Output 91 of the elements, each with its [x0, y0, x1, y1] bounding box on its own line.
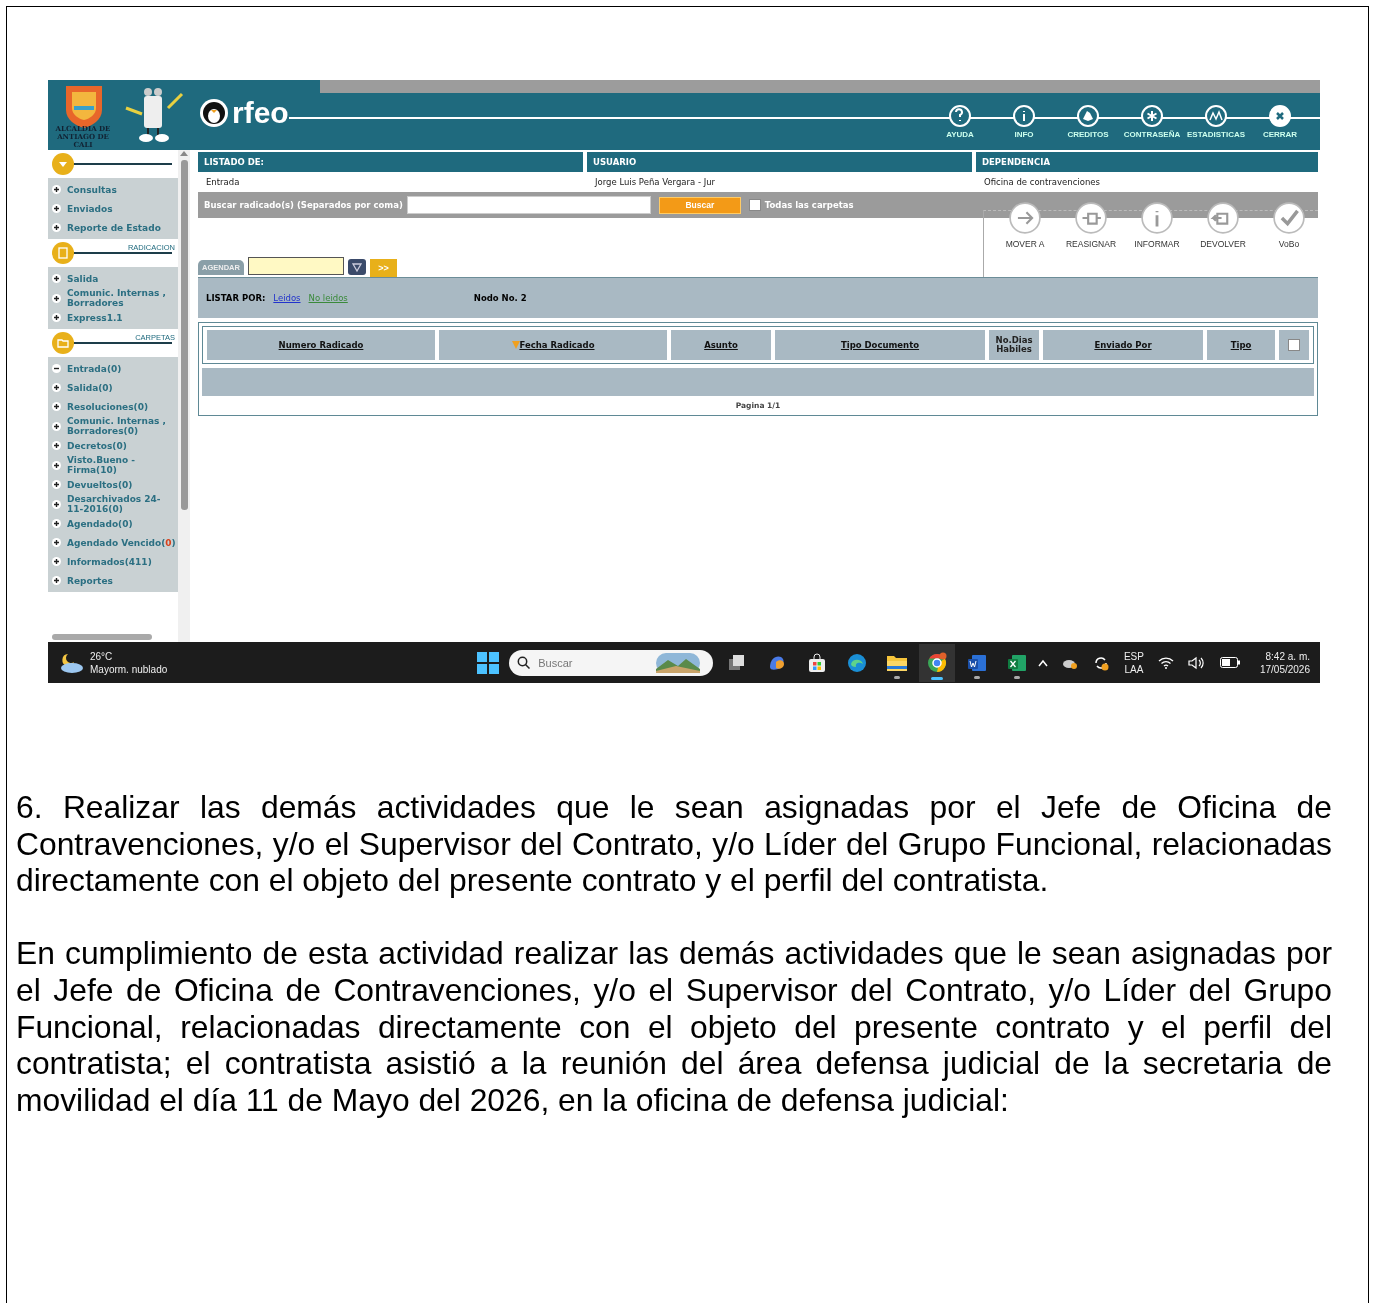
sidebar-item[interactable]: Resoluciones(0) — [48, 397, 178, 416]
spreadsheet-icon — [1007, 652, 1028, 673]
action-button[interactable]: VoBo — [1260, 201, 1318, 277]
sidebar-item[interactable]: Visto.Bueno - Firma(10) — [48, 455, 178, 475]
battery-icon[interactable] — [1219, 657, 1240, 668]
column-header[interactable]: Tipo Documento — [775, 330, 985, 360]
toolbar-button[interactable]: CERRAR — [1248, 104, 1312, 139]
sidebar-item[interactable]: Entrada(0) — [48, 359, 178, 378]
action-button[interactable]: DEVOLVER — [1194, 201, 1252, 277]
wifi-icon[interactable] — [1157, 656, 1174, 669]
taskbar-app[interactable] — [919, 643, 956, 682]
scrollbar[interactable] — [52, 634, 152, 640]
action-button[interactable]: MOVER A — [996, 201, 1054, 277]
column-header: USUARIO — [587, 152, 972, 172]
sidebar-item[interactable]: Agendado(0) — [48, 514, 178, 533]
search-field[interactable] — [406, 196, 651, 214]
sidebar-item[interactable]: Comunic. Internas , Borradores(0) — [48, 416, 178, 436]
language-indicator[interactable]: ESP — [1123, 649, 1144, 663]
help-icon — [948, 104, 972, 128]
checkbox[interactable] — [748, 199, 761, 211]
sidebar-item[interactable]: Consultas — [48, 180, 178, 199]
penguin-logo-icon — [198, 97, 230, 129]
sidebar-item[interactable]: Reporte de Estado — [48, 218, 178, 237]
toolbar-button[interactable]: ESTADISTICAS — [1184, 104, 1248, 139]
column-header: LISTADO DE: — [198, 152, 583, 172]
column-header[interactable]: Enviado Por — [1043, 330, 1203, 360]
shopping-bag-icon — [807, 652, 828, 673]
info-icon — [1012, 104, 1036, 128]
folder-icon — [51, 331, 75, 355]
sidebar-item[interactable]: Informados(411) — [48, 552, 178, 571]
close-icon — [1268, 104, 1292, 128]
column-header[interactable]: Numero Radicado — [207, 330, 435, 360]
chevron-up-icon[interactable] — [1037, 658, 1048, 667]
dropdown-icon[interactable] — [347, 259, 366, 275]
column-header: DEPENDENCIA — [976, 152, 1318, 172]
date-field[interactable] — [247, 257, 344, 275]
document-icon — [967, 652, 988, 673]
sidebar-item[interactable]: Desarchivados 24-11-2016(0) — [48, 494, 178, 514]
sidebar-item[interactable]: Decretos(0) — [48, 436, 178, 455]
clock-time[interactable]: 8:42 a. m. — [1259, 649, 1310, 663]
checkbox-label: Todas las carpetas — [764, 200, 854, 210]
hand-icon — [1076, 104, 1100, 128]
sidebar-item[interactable]: Devueltos(0) — [48, 475, 178, 494]
toolbar-button[interactable]: CONTRASEÑA — [1120, 104, 1184, 139]
checkbox[interactable] — [1288, 339, 1300, 351]
document-icon — [51, 241, 75, 265]
scrollbar[interactable] — [178, 150, 190, 642]
mascot-drawing — [124, 86, 184, 144]
wave-icon — [847, 652, 868, 673]
paragraph: 6. Realizar las demás actividades que le sean asignadas por el Jefe de Oficina de Contravenciones, y/o el Supervisor del Contrato, y/o Líder del Grupo Funcional, relacionadas directamente con el objeto del presente contrato y el perfil del contratista. — [16, 789, 1332, 899]
sidebar-item[interactable]: Express1.1 — [48, 308, 178, 327]
list-by-label: LISTAR POR: — [206, 293, 266, 303]
asterisk-icon — [1140, 104, 1164, 128]
language-indicator[interactable]: LAA — [1123, 662, 1144, 676]
speaker-icon[interactable] — [1187, 655, 1206, 670]
sidebar-item[interactable]: Reportes — [48, 571, 178, 590]
toolbar-button[interactable]: CREDITOS — [1056, 104, 1120, 139]
search-input[interactable]: Buscar — [536, 655, 651, 670]
column-header[interactable]: Asunto — [671, 330, 771, 360]
sidebar-item[interactable]: Salida(0) — [48, 378, 178, 397]
toolbar-button[interactable]: INFO — [992, 104, 1056, 139]
weather-text: Mayorm. nublado — [90, 662, 168, 676]
sidebar-item[interactable]: Enviados — [48, 199, 178, 218]
temperature: 26°C — [90, 649, 114, 663]
search-icon — [517, 656, 531, 669]
action-button[interactable]: INFORMAR — [1128, 201, 1186, 277]
search-label: Buscar radicado(s) (Separados por coma) — [204, 200, 403, 210]
clock-date[interactable]: 17/05/2026 — [1259, 662, 1310, 676]
search-field[interactable]: Buscar — [509, 649, 714, 676]
sidebar-item[interactable]: Agendado Vencido(0) — [48, 533, 178, 552]
info-value: Entrada — [205, 176, 241, 189]
sort-icon — [511, 341, 520, 349]
node-label: Nodo No. 2 — [473, 293, 527, 303]
caret-icon — [51, 152, 75, 176]
column-header[interactable]: Tipo — [1207, 330, 1275, 360]
action-button[interactable]: REASIGNAR — [1062, 201, 1120, 277]
weather-icon — [58, 651, 84, 674]
browser-icon — [926, 651, 949, 674]
sidebar-item[interactable]: Salida — [48, 269, 178, 288]
sidebar-item[interactable]: Comunic. Internas , Borradores — [48, 288, 178, 308]
toolbar-button[interactable]: AYUDA — [928, 104, 992, 139]
info-value: Jorge Luis Peña Vergara - Jur — [593, 176, 717, 189]
column-header[interactable]: Fecha Radicado — [439, 330, 667, 360]
brand-name: rfeo — [232, 96, 289, 130]
chart-icon — [1204, 104, 1228, 128]
paragraph: En cumplimiento de esta actividad realizar las demás actividades que le sean asignadas por el Jefe de Oficina de Contravenciones, y/o el Supervisor del Contrato, y/o Líder del Grupo Funcional, relacionadas directamente con el objeto del presente contrato y el perfil del contratista; el contratista asistió a la reunión del área defensa judicial de la secretaria de movilidad el día 11 de Mayo del 2026, en la oficina de defensa judicial: — [16, 935, 1332, 1119]
filter-link[interactable]: Leidos — [273, 293, 301, 303]
windows-icon — [728, 653, 747, 672]
info-value: Oficina de contravenciones — [983, 176, 1101, 189]
windows-logo-icon[interactable] — [477, 651, 500, 674]
column-header: No.Dias Habiles — [989, 330, 1039, 360]
